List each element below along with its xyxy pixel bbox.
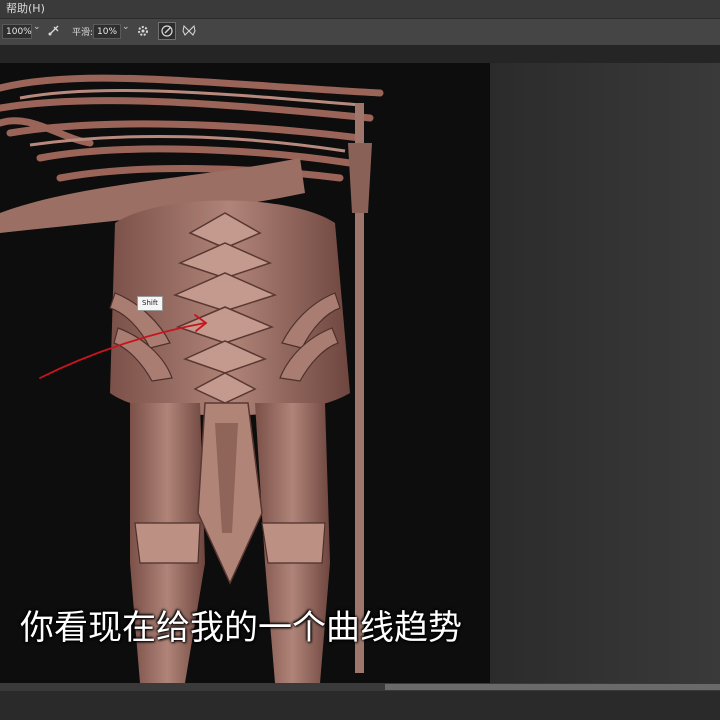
menu-bar: 帮助(H) <box>0 0 720 18</box>
scrollbar-thumb[interactable] <box>385 684 720 690</box>
smoothing-field[interactable]: 10% <box>93 24 121 39</box>
chevron-down-icon[interactable]: ⌄ <box>122 22 130 32</box>
video-subtitle: 你看现在给我的一个曲线趋势 <box>20 608 462 648</box>
document-canvas[interactable]: Shift <box>0 63 490 683</box>
gear-icon[interactable] <box>134 22 152 40</box>
sculpture-render <box>0 74 384 683</box>
pressure-icon[interactable] <box>158 22 176 40</box>
pasteboard <box>490 63 720 683</box>
airbrush-icon[interactable] <box>45 22 63 40</box>
chevron-down-icon[interactable]: ⌄ <box>33 22 41 32</box>
menu-help[interactable]: 帮助(H) <box>6 0 45 18</box>
smoothing-label: 平滑: <box>72 28 94 38</box>
shift-tooltip: Shift <box>137 296 163 311</box>
size-field[interactable]: 100% <box>2 24 32 39</box>
options-bar: 100% ⌄ 平滑: 10% ⌄ <box>0 18 720 46</box>
butterfly-icon[interactable] <box>180 22 198 40</box>
horizontal-scrollbar[interactable] <box>0 683 720 691</box>
status-area <box>0 691 720 720</box>
